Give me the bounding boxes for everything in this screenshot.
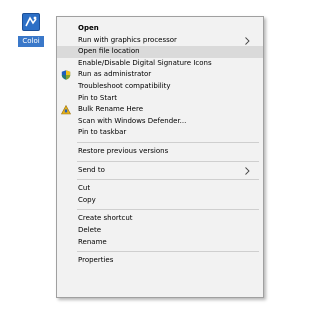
menu-item-label: Rename (78, 237, 107, 246)
uac-shield-icon (61, 70, 71, 81)
menu-item-label: Run with graphics processor (78, 35, 177, 44)
menu-item-label: Create shortcut (78, 214, 133, 223)
menu-item-troubleshoot-compatibility[interactable]: Troubleshoot compatibility (57, 81, 263, 93)
menu-item-copy[interactable]: Copy (57, 195, 263, 207)
menu-item-bulk-rename-here[interactable]: Bulk Rename Here (57, 104, 263, 116)
desktop-shortcut-label: Coloi (18, 36, 44, 47)
menu-item-label: Properties (78, 256, 114, 265)
menu-item-properties[interactable]: Properties (57, 255, 263, 267)
desktop: Coloi Open Run with graphics processor O… (0, 0, 277, 314)
menu-item-label: Open (78, 24, 99, 32)
menu-item-label: Cut (78, 184, 91, 193)
menu-item-label: Scan with Windows Defender... (78, 116, 187, 125)
menu-item-run-with-graphics-processor[interactable]: Run with graphics processor (57, 35, 263, 47)
app-shortcut-icon (22, 13, 40, 31)
menu-item-label: Run as administrator (78, 70, 152, 79)
menu-separator (77, 141, 259, 143)
menu-item-run-as-administrator[interactable]: Run as administrator (57, 69, 263, 81)
menu-item-delete[interactable]: Delete (57, 225, 263, 237)
chevron-right-icon (245, 166, 250, 175)
menu-item-pin-to-start[interactable]: Pin to Start (57, 93, 263, 105)
menu-separator (77, 160, 259, 162)
menu-item-label: Restore previous versions (78, 146, 169, 155)
bulk-rename-icon (61, 105, 71, 115)
menu-item-label: Bulk Rename Here (78, 105, 143, 114)
menu-item-label: Troubleshoot compatibility (78, 81, 171, 90)
menu-item-pin-to-taskbar[interactable]: Pin to taskbar (57, 127, 263, 139)
context-menu: Open Run with graphics processor Open fi… (56, 16, 264, 298)
menu-item-label: Delete (78, 225, 101, 234)
desktop-shortcut[interactable]: Coloi (17, 12, 44, 50)
menu-item-rename[interactable]: Rename (57, 237, 263, 249)
menu-item-send-to[interactable]: Send to (57, 165, 263, 177)
menu-item-cut[interactable]: Cut (57, 183, 263, 195)
menu-item-open-file-location[interactable]: Open file location (57, 46, 263, 58)
menu-item-create-shortcut[interactable]: Create shortcut (57, 213, 263, 225)
menu-item-digital-signature-icons[interactable]: Enable/Disable Digital Signature Icons (57, 58, 263, 70)
menu-item-label: Open file location (78, 47, 140, 56)
menu-item-label: Pin to Start (78, 93, 118, 102)
menu-item-label: Enable/Disable Digital Signature Icons (78, 58, 212, 67)
menu-item-restore-previous-versions[interactable]: Restore previous versions (57, 146, 263, 158)
menu-item-label: Pin to taskbar (78, 128, 127, 137)
menu-item-open[interactable]: Open (57, 23, 263, 35)
menu-item-scan-with-windows-defender[interactable]: Scan with Windows Defender... (57, 116, 263, 128)
menu-separator (77, 179, 259, 181)
chevron-right-icon (245, 36, 250, 45)
menu-item-label: Copy (78, 195, 96, 204)
menu-item-label: Send to (78, 165, 105, 174)
menu-separator (77, 209, 259, 211)
menu-separator (77, 251, 259, 253)
